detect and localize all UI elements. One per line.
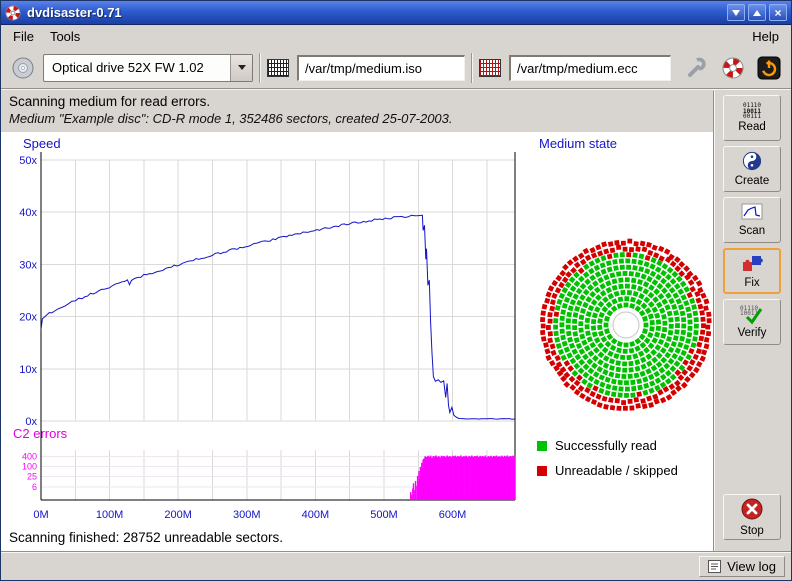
legend-item-unreadable: Unreadable / skipped [537, 463, 678, 478]
app-window: dvdisaster-0.71 × File Tools Help Optica… [0, 0, 792, 581]
puzzle-pieces-icon [741, 254, 763, 276]
svg-text:400: 400 [22, 452, 37, 462]
fix-button[interactable]: Fix [723, 248, 781, 294]
chart-panel: Speed Medium state C2 errors 0x10x20x30x… [1, 132, 713, 551]
drive-icon [11, 56, 35, 80]
read-button-label: Read [738, 121, 766, 133]
toolbar-separator [259, 53, 261, 83]
chevron-down-icon[interactable] [230, 55, 252, 81]
svg-text:100M: 100M [96, 509, 124, 521]
view-log-label: View log [727, 559, 776, 574]
close-button[interactable]: × [769, 4, 787, 21]
scan-button[interactable]: Scan [723, 197, 781, 243]
create-button[interactable]: Create [723, 146, 781, 192]
svg-text:6: 6 [32, 482, 37, 492]
toolbar-divider [1, 88, 791, 90]
svg-text:600M: 600M [439, 509, 467, 521]
svg-text:100: 100 [22, 462, 37, 472]
ecc-path-input[interactable] [509, 55, 671, 81]
menu-help[interactable]: Help [744, 27, 787, 46]
preferences-wrench-icon[interactable] [685, 56, 709, 80]
svg-text:25: 25 [27, 472, 37, 482]
create-button-label: Create [735, 175, 770, 187]
svg-text:0x: 0x [25, 416, 37, 428]
iso-file-icon [267, 59, 289, 77]
menubar: File Tools Help [1, 25, 791, 47]
quit-power-icon[interactable] [757, 56, 781, 80]
menu-tools[interactable]: Tools [42, 27, 88, 46]
menu-file[interactable]: File [5, 27, 42, 46]
iso-path-input[interactable] [297, 55, 465, 81]
medium-state-disc [536, 235, 716, 415]
bottombar: View log [1, 553, 791, 580]
svg-text:50x: 50x [19, 155, 37, 167]
window-title: dvdisaster-0.71 [27, 5, 724, 20]
svg-text:10x: 10x [19, 364, 37, 376]
svg-text:30x: 30x [19, 259, 37, 271]
svg-text:40x: 40x [19, 207, 37, 219]
stop-button[interactable]: Stop [723, 494, 781, 540]
svg-text:200M: 200M [164, 509, 192, 521]
yin-yang-icon [742, 151, 762, 174]
read-button[interactable]: 01110 10011 00111 Read [723, 95, 781, 141]
view-log-button[interactable]: View log [699, 556, 785, 577]
drive-selector[interactable]: Optical drive 52X FW 1.02 [43, 54, 253, 82]
maximize-button[interactable] [748, 4, 766, 21]
verify-check-icon: 01110 10011 [740, 306, 764, 326]
svg-text:400M: 400M [302, 509, 330, 521]
legend-label-read: Successfully read [555, 438, 657, 453]
log-icon [708, 560, 721, 573]
toolbar-separator [471, 53, 473, 83]
legend-label-unreadable: Unreadable / skipped [555, 463, 678, 478]
stop-button-label: Stop [740, 525, 764, 537]
svg-text:0M: 0M [33, 509, 48, 521]
toolbar: Optical drive 52X FW 1.02 [1, 47, 791, 88]
legend-item-read: Successfully read [537, 438, 657, 453]
svg-text:500M: 500M [370, 509, 398, 521]
help-lifebuoy-icon[interactable] [721, 56, 745, 80]
drive-selector-value: Optical drive 52X FW 1.02 [44, 55, 230, 81]
scan-result-line: Scanning finished: 28752 unreadable sect… [9, 530, 283, 545]
scan-chart-icon [741, 203, 763, 224]
legend-swatch-green [537, 441, 547, 451]
svg-text:300M: 300M [233, 509, 261, 521]
verify-button-label: Verify [738, 327, 767, 339]
minimize-button[interactable] [727, 4, 745, 21]
legend-swatch-red [537, 466, 547, 476]
ecc-file-icon [479, 59, 501, 77]
app-icon [5, 5, 21, 21]
status-line-medium-info: Medium "Example disc": CD-R mode 1, 3524… [9, 111, 453, 126]
status-line-primary: Scanning medium for read errors. [9, 94, 210, 109]
fix-button-label: Fix [744, 277, 759, 289]
read-binary-icon: 01110 10011 00111 [743, 103, 761, 120]
sidebar: 01110 10011 00111 Read Create [714, 91, 791, 551]
scan-button-label: Scan [739, 225, 765, 237]
verify-button[interactable]: 01110 10011 Verify [723, 299, 781, 345]
svg-text:20x: 20x [19, 312, 37, 324]
stop-icon [740, 497, 764, 524]
titlebar: dvdisaster-0.71 × [1, 1, 791, 25]
